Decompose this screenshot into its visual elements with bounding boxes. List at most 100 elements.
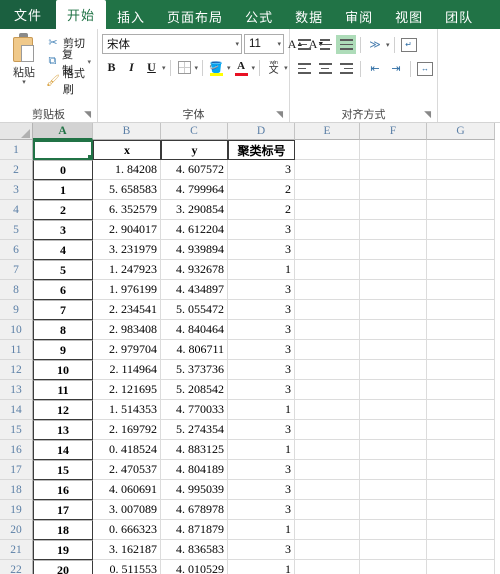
row-header-14[interactable]: 14 [0,400,33,420]
italic-button[interactable]: I [122,58,141,77]
cell-E13[interactable] [295,380,360,400]
align-center-button[interactable] [315,59,335,78]
cell-E19[interactable] [295,500,360,520]
cell-A10[interactable]: 8 [33,320,93,340]
cell-G7[interactable] [427,260,495,280]
cell-C17[interactable]: 4. 804189 [161,460,228,480]
cell-D2[interactable]: 3 [228,160,295,180]
row-header-13[interactable]: 13 [0,380,33,400]
underline-button[interactable]: U [142,58,161,77]
chevron-down-icon[interactable]: ▾ [235,40,239,48]
table-row[interactable]: 1 x y 聚类标号 [0,140,500,160]
cell-E22[interactable] [295,560,360,574]
cell-E4[interactable] [295,200,360,220]
row-header-12[interactable]: 12 [0,360,33,380]
align-top-button[interactable] [294,35,314,54]
cell-A5[interactable]: 3 [33,220,93,240]
row-header-1[interactable]: 1 [0,140,33,160]
cell-B11[interactable]: 2. 979704 [93,340,161,360]
column-header-f[interactable]: F [360,123,427,140]
cell-E9[interactable] [295,300,360,320]
table-row[interactable]: 3 1 5. 658583 4. 799964 2 [0,180,500,200]
cell-E12[interactable] [295,360,360,380]
cell-C12[interactable]: 5. 373736 [161,360,228,380]
cell-G3[interactable] [427,180,495,200]
cell-D4[interactable]: 2 [228,200,295,220]
table-row[interactable]: 9 7 2. 234541 5. 055472 3 [0,300,500,320]
font-name-combobox[interactable]: 宋体 ▾ [102,34,242,54]
tab-team[interactable]: 团队 [434,4,484,29]
cell-C16[interactable]: 4. 883125 [161,440,228,460]
cell-F18[interactable] [360,480,427,500]
select-all-corner[interactable] [0,123,33,140]
cell-G10[interactable] [427,320,495,340]
format-painter-button[interactable]: 🖌 格式刷 [44,68,93,96]
cell-B5[interactable]: 2. 904017 [93,220,161,240]
table-row[interactable]: 10 8 2. 983408 4. 840464 3 [0,320,500,340]
table-row[interactable]: 8 6 1. 976199 4. 434897 3 [0,280,500,300]
tab-data[interactable]: 数据 [284,4,334,29]
cell-A3[interactable]: 1 [33,180,93,200]
table-row[interactable]: 13 11 2. 121695 5. 208542 3 [0,380,500,400]
cell-C15[interactable]: 5. 274354 [161,420,228,440]
row-header-17[interactable]: 17 [0,460,33,480]
underline-dropdown-caret-icon[interactable]: ▾ [162,64,166,72]
cell-G17[interactable] [427,460,495,480]
cell-C4[interactable]: 3. 290854 [161,200,228,220]
cell-C22[interactable]: 4. 010529 [161,560,228,574]
row-header-22[interactable]: 22 [0,560,33,574]
table-row[interactable]: 21 19 3. 162187 4. 836583 3 [0,540,500,560]
cell-A9[interactable]: 7 [33,300,93,320]
align-right-button[interactable] [336,59,356,78]
cell-D16[interactable]: 1 [228,440,295,460]
cell-D9[interactable]: 3 [228,300,295,320]
cell-B4[interactable]: 6. 352579 [93,200,161,220]
cell-A8[interactable]: 6 [33,280,93,300]
cell-F16[interactable] [360,440,427,460]
cell-F15[interactable] [360,420,427,440]
cell-F14[interactable] [360,400,427,420]
cell-B7[interactable]: 1. 247923 [93,260,161,280]
cell-D21[interactable]: 3 [228,540,295,560]
column-header-e[interactable]: E [295,123,360,140]
row-header-2[interactable]: 2 [0,160,33,180]
alignment-dialog-launcher-icon[interactable]: ◥ [424,109,431,120]
cell-E3[interactable] [295,180,360,200]
cell-B18[interactable]: 4. 060691 [93,480,161,500]
cell-A18[interactable]: 16 [33,480,93,500]
tab-page-layout[interactable]: 页面布局 [156,4,234,29]
cell-C9[interactable]: 5. 055472 [161,300,228,320]
cell-E14[interactable] [295,400,360,420]
column-header-b[interactable]: B [93,123,161,140]
row-header-19[interactable]: 19 [0,500,33,520]
table-row[interactable]: 17 15 2. 470537 4. 804189 3 [0,460,500,480]
tab-review[interactable]: 审阅 [334,4,384,29]
cell-A15[interactable]: 13 [33,420,93,440]
cell-G14[interactable] [427,400,495,420]
cell-B19[interactable]: 3. 007089 [93,500,161,520]
cell-F7[interactable] [360,260,427,280]
row-header-21[interactable]: 21 [0,540,33,560]
table-row[interactable]: 18 16 4. 060691 4. 995039 3 [0,480,500,500]
cell-C13[interactable]: 5. 208542 [161,380,228,400]
cell-G2[interactable] [427,160,495,180]
row-header-9[interactable]: 9 [0,300,33,320]
cell-A14[interactable]: 12 [33,400,93,420]
cell-G22[interactable] [427,560,495,574]
cell-D1[interactable]: 聚类标号 [228,140,295,160]
cell-B14[interactable]: 1. 514353 [93,400,161,420]
orientation-dropdown-caret-icon[interactable]: ▾ [386,41,390,49]
cell-C14[interactable]: 4. 770033 [161,400,228,420]
cell-E6[interactable] [295,240,360,260]
wrap-text-button[interactable]: ↵ [399,35,419,54]
cell-E17[interactable] [295,460,360,480]
cell-A19[interactable]: 17 [33,500,93,520]
row-header-3[interactable]: 3 [0,180,33,200]
cell-C2[interactable]: 4. 607572 [161,160,228,180]
table-row[interactable]: 15 13 2. 169792 5. 274354 3 [0,420,500,440]
cell-B17[interactable]: 2. 470537 [93,460,161,480]
cell-F1[interactable] [360,140,427,160]
align-left-button[interactable] [294,59,314,78]
table-row[interactable]: 6 4 3. 231979 4. 939894 3 [0,240,500,260]
cell-A21[interactable]: 19 [33,540,93,560]
